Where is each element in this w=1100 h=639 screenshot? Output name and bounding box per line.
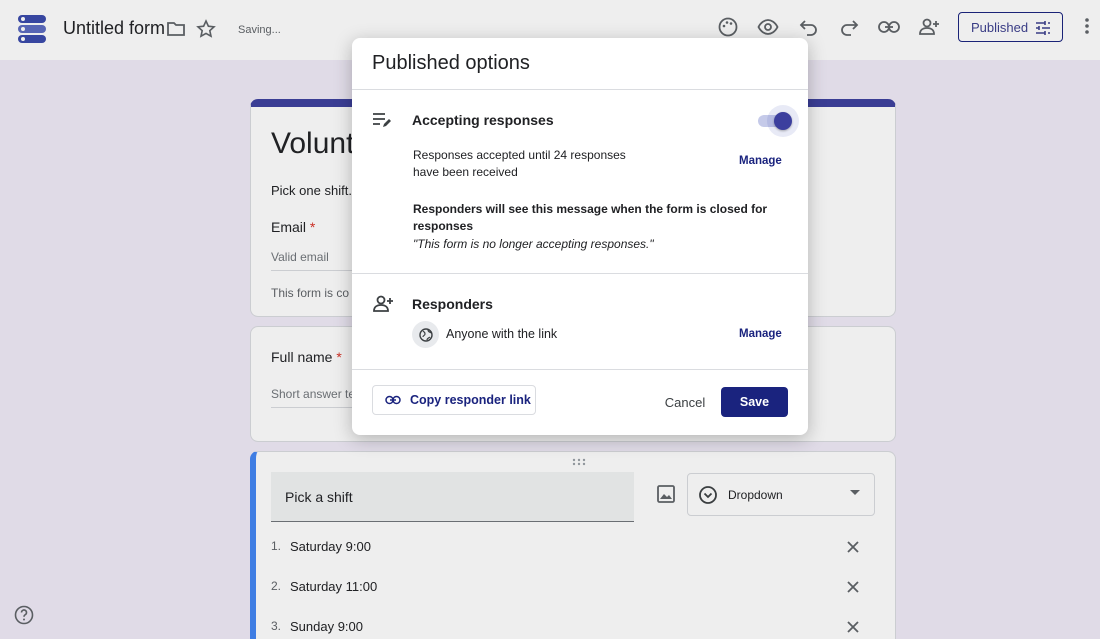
responders-heading: Responders xyxy=(412,296,493,312)
published-options-dialog: Published options Accepting responses Re… xyxy=(352,38,808,435)
person-add-icon xyxy=(373,295,393,312)
accepting-responses-heading: Accepting responses xyxy=(412,112,554,128)
closed-message-note: Responders will see this message when th… xyxy=(413,202,768,233)
response-limit-text: Responses accepted until 24 responses ha… xyxy=(413,148,626,179)
divider xyxy=(352,89,808,90)
cancel-button[interactable]: Cancel xyxy=(656,387,714,417)
save-button[interactable]: Save xyxy=(721,387,788,417)
divider xyxy=(352,273,808,274)
copy-link-label: Copy responder link xyxy=(410,393,531,407)
divider xyxy=(352,369,808,370)
manage-limit-link[interactable]: Manage xyxy=(739,155,782,167)
link-icon xyxy=(385,395,401,405)
access-level-text: Anyone with the link xyxy=(446,327,558,341)
toggle-knob xyxy=(774,112,792,130)
closed-message-preview: "This form is no longer accepting respon… xyxy=(413,237,654,251)
manage-responders-link[interactable]: Manage xyxy=(739,328,782,340)
globe-icon xyxy=(412,321,439,348)
accepting-responses-toggle[interactable] xyxy=(756,105,799,137)
dialog-title: Published options xyxy=(372,52,530,74)
copy-responder-link-button[interactable]: Copy responder link xyxy=(372,385,536,415)
playlist-edit-icon xyxy=(373,113,391,127)
